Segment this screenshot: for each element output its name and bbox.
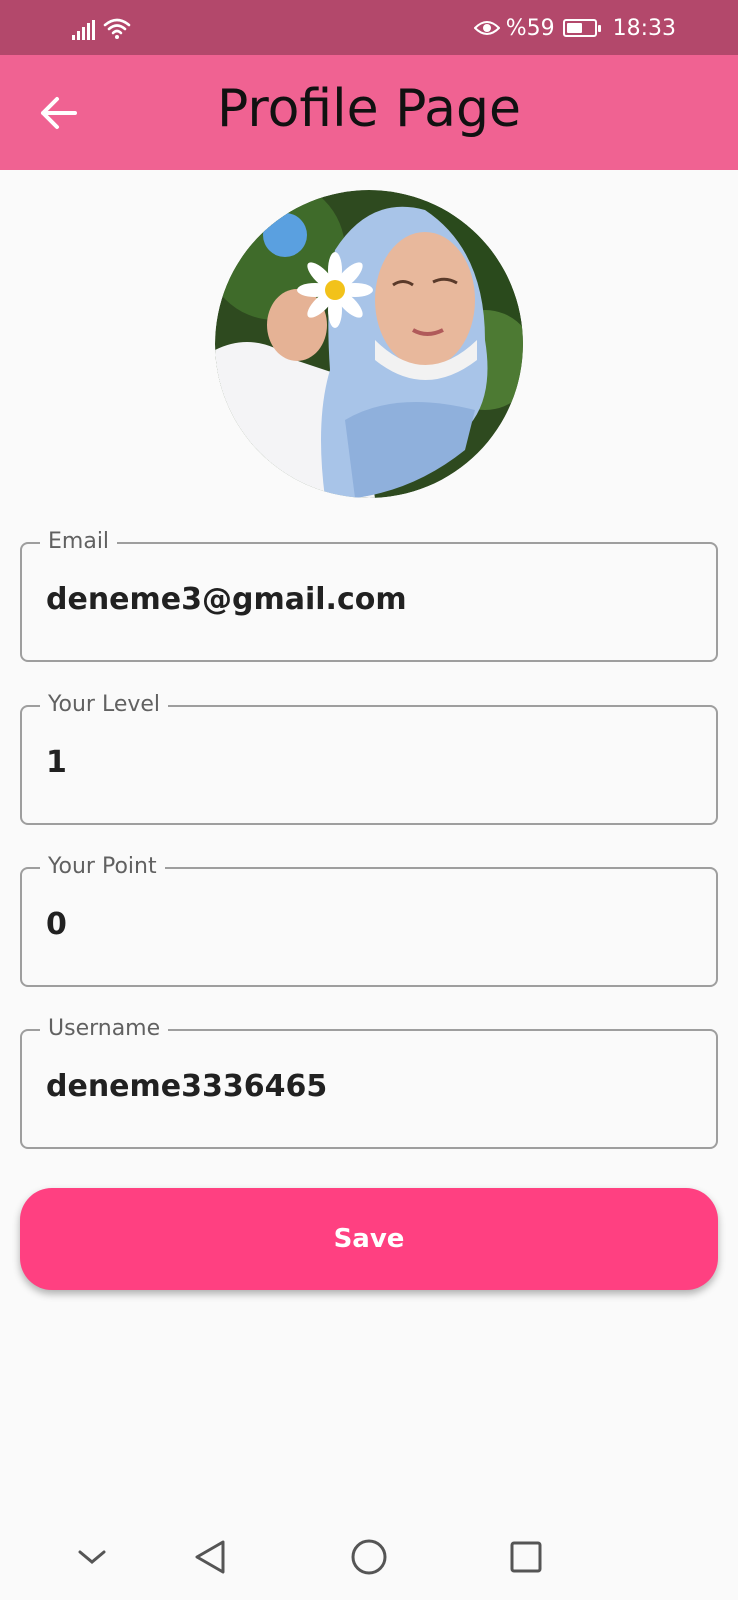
status-right: %59 18:33	[473, 13, 676, 43]
email-field[interactable]: Email deneme3@gmail.com	[20, 528, 718, 662]
battery-icon	[562, 19, 601, 37]
status-bar: %59 18:33	[0, 0, 738, 55]
level-label: Your Level	[40, 691, 169, 719]
page-title: Profile Page	[216, 79, 522, 139]
eye-comfort-icon	[473, 21, 500, 35]
battery-fill	[566, 23, 582, 33]
level-value: 1	[46, 745, 67, 780]
level-field[interactable]: Your Level 1	[20, 691, 718, 825]
profile-photo	[215, 190, 523, 498]
username-value: deneme3336465	[46, 1069, 328, 1104]
point-label: Your Point	[40, 853, 165, 881]
email-value: deneme3@gmail.com	[46, 582, 407, 617]
status-left	[72, 14, 131, 40]
avatar[interactable]	[215, 190, 523, 498]
email-label: Email	[40, 528, 118, 556]
wifi-icon	[103, 18, 131, 39]
chevron-down-icon[interactable]	[70, 1535, 114, 1579]
username-field[interactable]: Username deneme3336465	[20, 1015, 718, 1149]
status-time: 18:33	[612, 15, 676, 41]
battery-percent: %59	[505, 15, 555, 41]
point-field[interactable]: Your Point 0	[20, 853, 718, 987]
username-label: Username	[40, 1015, 169, 1043]
save-button[interactable]: Save	[20, 1188, 718, 1290]
signal-icon	[72, 20, 95, 40]
home-circle-icon[interactable]	[347, 1535, 391, 1579]
point-value: 0	[46, 907, 67, 942]
back-triangle-icon[interactable]	[188, 1535, 232, 1579]
navigation-bar	[0, 1515, 738, 1600]
app-bar: Profile Page	[0, 55, 738, 170]
recents-square-icon[interactable]	[504, 1535, 548, 1579]
